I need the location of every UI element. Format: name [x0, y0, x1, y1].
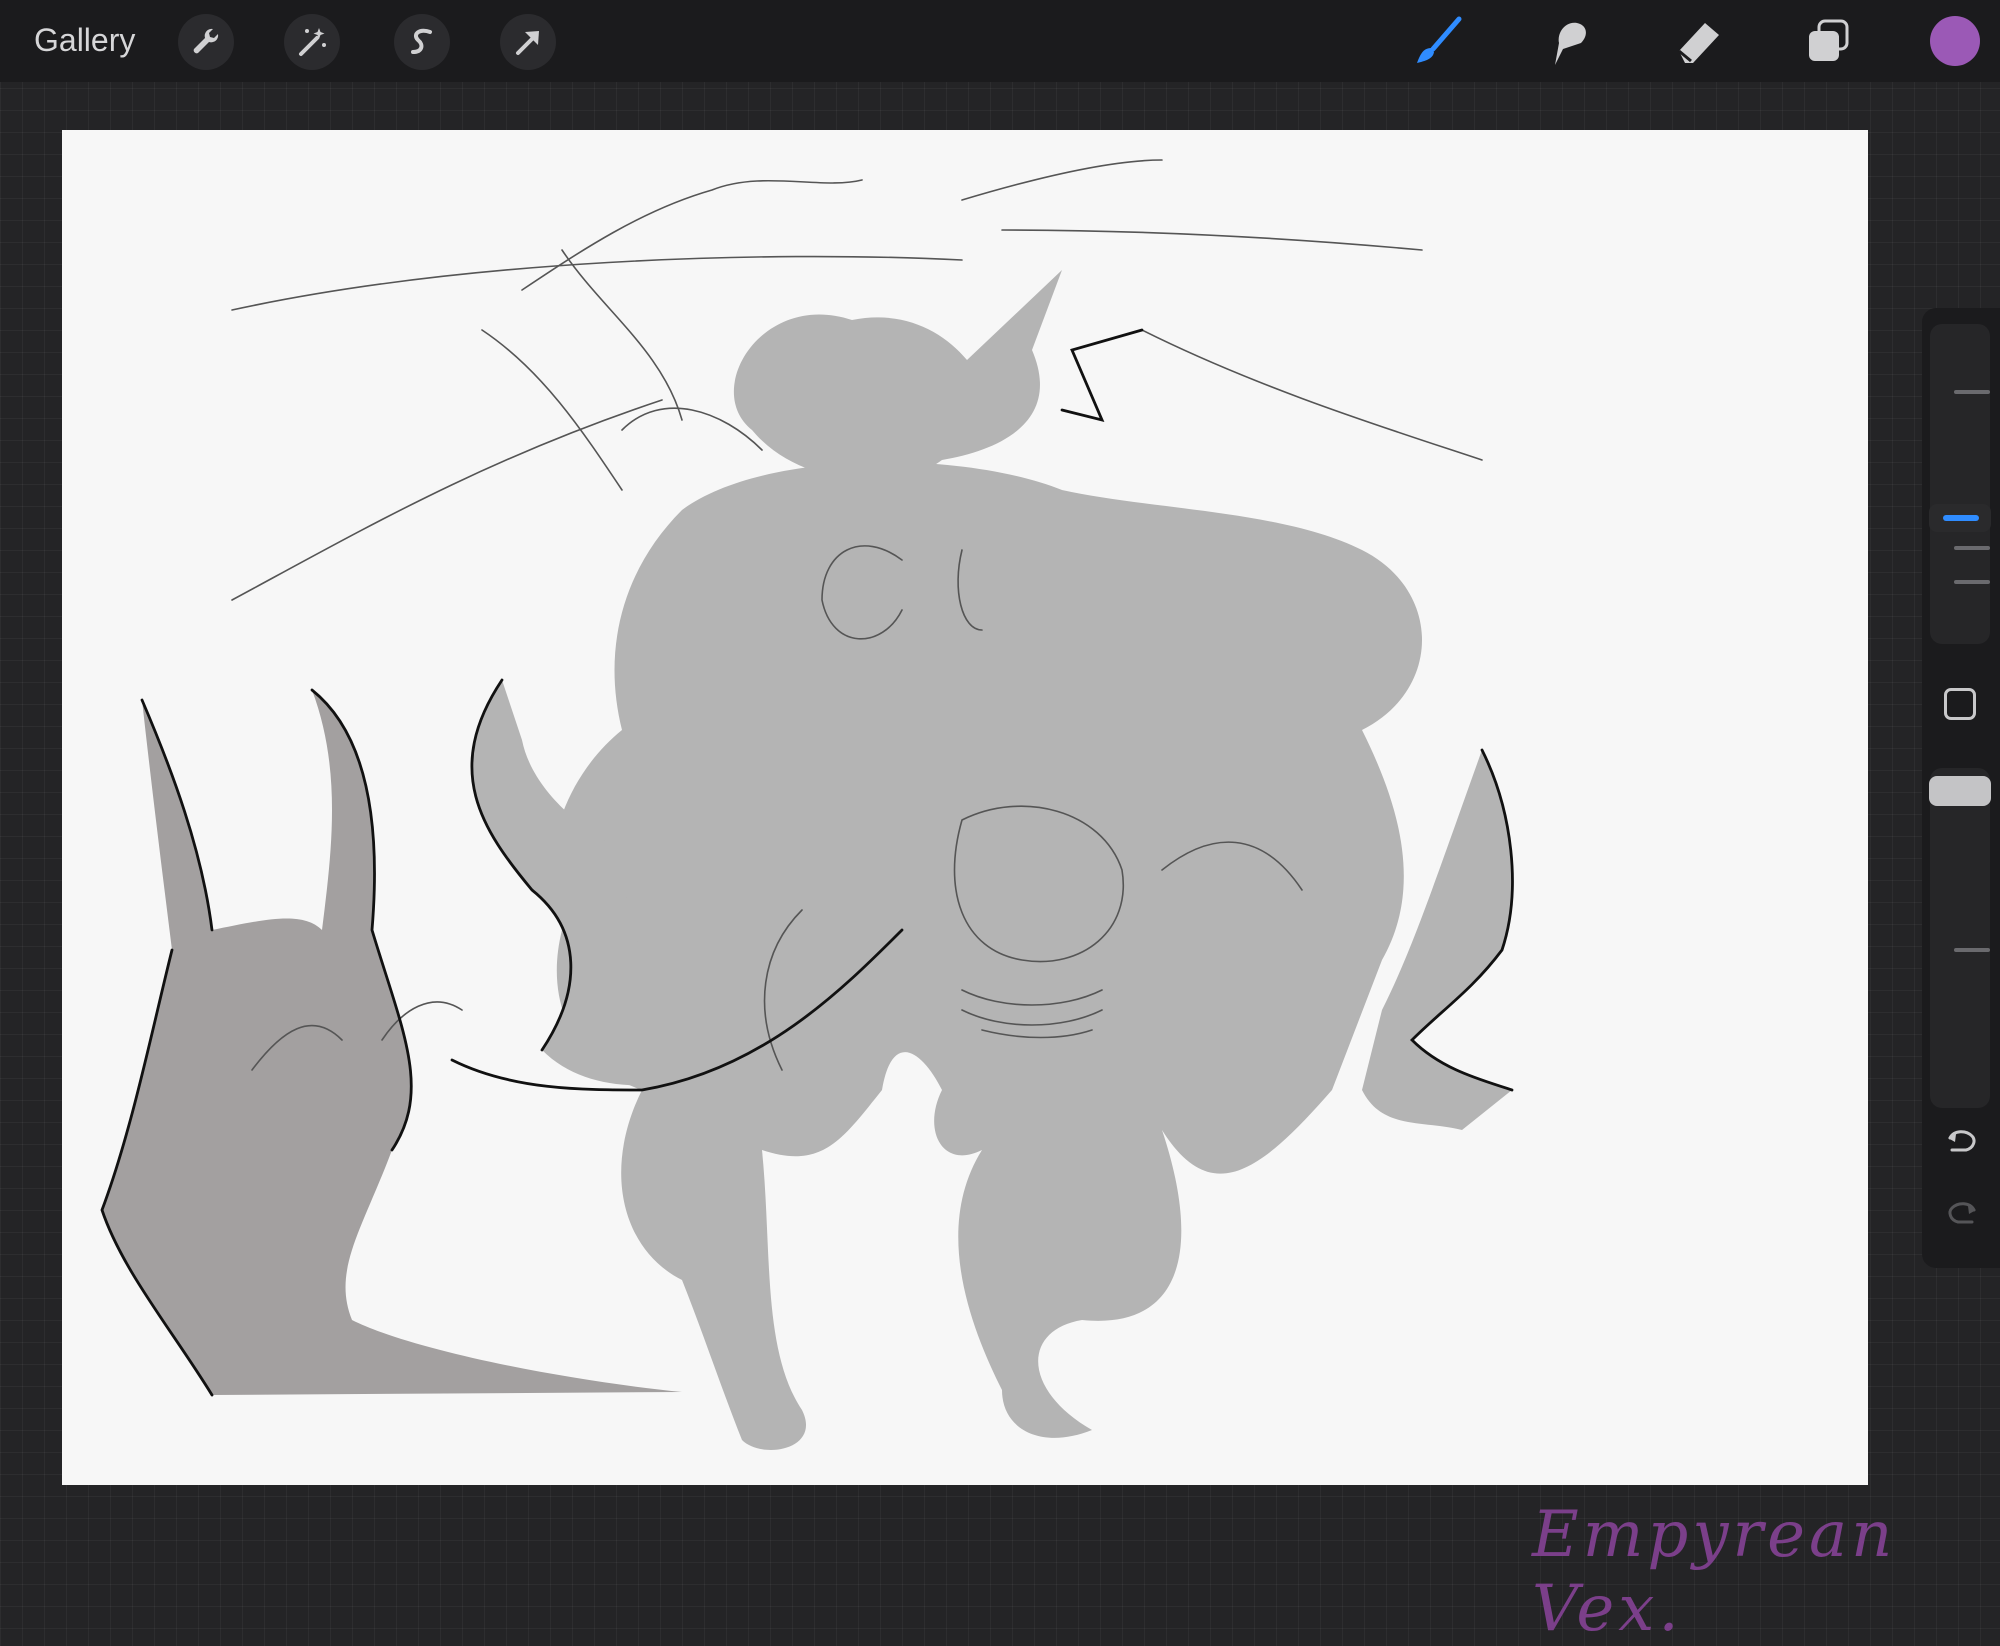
- adjustments-button[interactable]: [284, 14, 340, 70]
- smudge-icon: [1555, 22, 1586, 65]
- layers-button[interactable]: [1800, 14, 1856, 70]
- selection-s-icon: [411, 28, 432, 54]
- top-toolbar: Gallery: [0, 0, 2000, 82]
- color-picker-button[interactable]: [1930, 16, 1980, 66]
- magic-wand-icon: [299, 28, 326, 56]
- signature-text: Empyrean Vex.: [1532, 1498, 1897, 1646]
- eraser-icon: [1678, 23, 1719, 63]
- brush-sidebar: [1922, 308, 2000, 1268]
- opacity-handle[interactable]: [1929, 776, 1991, 806]
- selection-button[interactable]: [394, 14, 450, 70]
- slider-tick: [1954, 948, 1990, 952]
- brush-icon: [1417, 16, 1462, 63]
- slider-tick: [1954, 546, 1990, 550]
- drawing-canvas[interactable]: Empyrean Vex.: [62, 130, 1892, 1646]
- redo-button[interactable]: [1942, 1194, 1982, 1234]
- brush-size-handle[interactable]: [1929, 504, 1991, 532]
- erase-button[interactable]: [1670, 14, 1726, 70]
- opacity-slider[interactable]: [1929, 768, 1991, 1108]
- sketch-artwork: [100, 159, 1514, 1451]
- slider-tick: [1954, 580, 1990, 584]
- smudge-button[interactable]: [1540, 14, 1596, 70]
- modify-square-button[interactable]: [1944, 688, 1976, 720]
- wrench-icon: [193, 28, 219, 54]
- slider-tick: [1954, 390, 1990, 394]
- actions-button[interactable]: [178, 14, 234, 70]
- transform-button[interactable]: [500, 14, 556, 70]
- transform-arrow-icon: [516, 31, 539, 55]
- undo-button[interactable]: [1942, 1120, 1982, 1160]
- brush-size-slider[interactable]: [1929, 324, 1991, 644]
- gallery-button[interactable]: Gallery: [34, 20, 135, 60]
- layers-icon: [1809, 19, 1849, 61]
- redo-icon: [1948, 1202, 1976, 1224]
- undo-icon: [1948, 1130, 1976, 1152]
- paint-button[interactable]: [1410, 14, 1466, 70]
